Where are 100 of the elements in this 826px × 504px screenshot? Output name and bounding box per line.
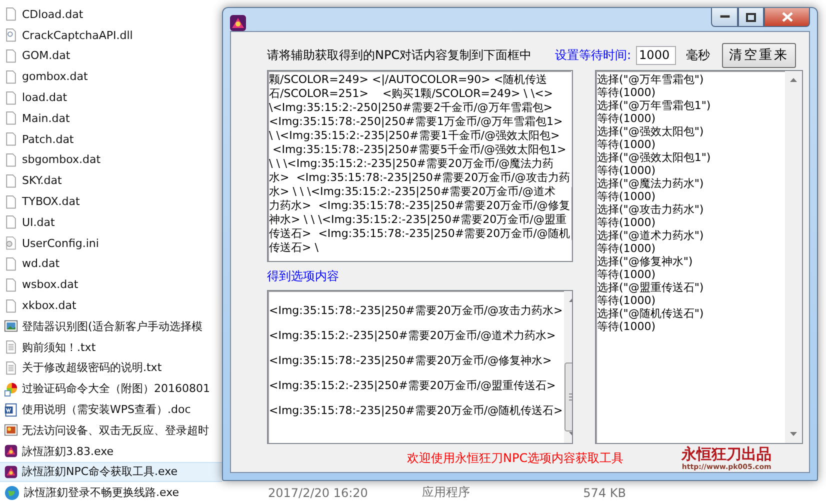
file-row[interactable]: 詠恆誑釖3.83.exe <box>0 440 222 462</box>
file-icon <box>4 90 18 106</box>
file-row[interactable]: 詠恆誑釖NPC命令获取工具.exe <box>0 462 222 482</box>
file-name: gombox.dat <box>22 70 89 84</box>
file-row[interactable]: wsbox.dat <box>0 274 222 296</box>
file-icon <box>4 276 18 293</box>
text-line: \ \<Img:35:15:2:-235|250#需要1千金币/@强效太阳包> <box>269 129 561 143</box>
file-row[interactable]: GOM.dat <box>0 46 222 66</box>
file-row[interactable]: 购前须知！.txt <box>0 336 222 358</box>
file-name: wd.dat <box>22 257 61 270</box>
word-document-icon <box>4 402 18 418</box>
file-icon <box>4 131 18 148</box>
option-line: <Img:35:15:78:-235|250#需要20万金币/@修复神水> <box>269 353 553 368</box>
text-line: 颗/SCOLOR=249> <|/AUTOCOLOR=90> <随机传送 <box>269 73 548 87</box>
file-row[interactable]: CDload.dat <box>0 4 222 25</box>
script-line: 选择("@强效太阳包") <box>597 125 705 138</box>
option-line: <Img:35:15:2:-235|250#需要20万金币/@盟重传送石> <box>269 378 557 393</box>
file-name: CrackCaptchaAPI.dll <box>22 28 134 42</box>
colorful-app-icon <box>4 380 18 397</box>
wait-time-label: 设置等待时间: <box>555 46 632 64</box>
file-name: UI.dat <box>22 216 56 229</box>
app-icon <box>230 15 246 31</box>
file-icon <box>4 68 18 85</box>
file-name: UserConfig.ini <box>22 236 100 250</box>
script-line: 选择("@随机传送石") <box>597 307 705 320</box>
file-icon <box>4 48 18 64</box>
file-row[interactable]: 过验证码命令大全（附图）20160801 <box>0 378 222 400</box>
text-line: 石/SCOLOR=251> <购买1颗/SCOLOR=249> \ \<> <box>269 87 554 101</box>
maximize-icon <box>746 12 756 22</box>
file-row[interactable]: sbgombox.dat <box>0 150 222 170</box>
file-icon <box>4 172 18 189</box>
picture-file-icon <box>4 422 18 438</box>
text-line: \<Img:35:15:2:-250|250#需要2千金币/@万年雪霜包> <box>269 101 554 115</box>
text-file-icon <box>4 360 18 376</box>
minimize-button[interactable] <box>711 8 738 27</box>
file-name: CDload.dat <box>22 8 84 21</box>
script-line: 等待(1000) <box>597 86 657 99</box>
file-date: 2017/2/20 16:20 <box>268 486 369 500</box>
file-name: GOM.dat <box>22 49 72 62</box>
file-row[interactable]: load.dat <box>0 87 222 108</box>
script-line: 选择("@魔法力药水") <box>597 177 705 190</box>
instruction-label: 请将辅助获取得到的NPC对话内容复制到下面框中 <box>267 46 533 64</box>
file-row[interactable]: 詠恆誑釖登录不畅更换线路.exe 2017/2/20 16:20 应用程序 574 KB <box>0 482 826 504</box>
welcome-text: 欢迎使用永恒狂刀NPC选项内容获取工具 <box>407 450 624 466</box>
globe-icon <box>4 484 20 501</box>
file-row[interactable]: 使用说明（需安装WPS查看）.doc <box>0 399 222 420</box>
file-icon <box>4 110 18 126</box>
app-icon <box>4 464 18 480</box>
file-row[interactable]: Patch.dat <box>0 128 222 150</box>
script-line: 选择("@万年雪霜包") <box>597 73 705 86</box>
file-name: SKY.dat <box>22 174 63 188</box>
script-line: 选择("@修复神水") <box>597 255 694 268</box>
file-row[interactable]: gombox.dat <box>0 66 222 88</box>
close-button[interactable] <box>764 8 810 27</box>
file-row[interactable]: 关于修改超级密码的说明.txt <box>0 358 222 378</box>
file-name: 购前须知！.txt <box>22 340 97 355</box>
text-line: 力药水> <Img:35:15:78:-235|250#需要20万金币/@修复 <box>269 199 570 213</box>
file-row[interactable]: UI.dat <box>0 212 222 233</box>
text-line: \ \ \<Img:35:15:2:-235|250#需要20万金币/@魔法力药 <box>269 157 555 171</box>
file-name: sbgombox.dat <box>22 153 102 166</box>
wait-time-field[interactable]: 1000 <box>636 46 676 64</box>
file-row[interactable]: CrackCaptchaAPI.dll <box>0 24 222 46</box>
scrollbar[interactable] <box>785 71 802 443</box>
settings-file-icon <box>4 235 18 252</box>
file-row[interactable]: Main.dat <box>0 108 222 129</box>
file-row[interactable]: wd.dat <box>0 254 222 274</box>
file-row[interactable]: UserConfig.ini <box>0 232 222 254</box>
file-row[interactable]: xkbox.dat <box>0 295 222 316</box>
options-text-area[interactable]: <Img:35:15:78:-235|250#需要20万金币/@攻击力药水> <Img:35:15:2:-235|250#需要20万金币/@道术力药水> <Img:35:15:78:-235|250#需要20万金币/@修复神水> <Img:35:15:2:-235|250#需要20万金币/@盟重传送石> <Img:35:15:78:-235|250#需要20万金币/@随机传送石> <box>267 290 573 444</box>
file-icon <box>4 298 18 314</box>
image-file-icon <box>4 318 18 334</box>
file-row[interactable]: 登陆器识别图(适合新客户手动选择模 <box>0 316 222 337</box>
input-text-area[interactable] <box>267 70 573 262</box>
file-row[interactable]: TYBOX.dat <box>0 191 222 212</box>
script-line: 选择("@盟重传送石") <box>597 281 705 294</box>
option-line: <Img:35:15:78:-235|250#需要20万金币/@攻击力药水> <box>269 303 563 318</box>
maximize-button[interactable] <box>738 8 764 27</box>
file-row[interactable]: SKY.dat <box>0 170 222 192</box>
script-text-area[interactable] <box>595 70 803 444</box>
app-icon <box>4 443 18 460</box>
clear-button[interactable]: 清空重来 <box>722 42 796 68</box>
script-line: 等待(1000) <box>597 320 657 333</box>
file-name: xkbox.dat <box>22 299 78 312</box>
script-line: 等待(1000) <box>597 268 657 281</box>
text-line: 水> <Img:35:15:78:-235|250#需要20万金币/@攻击力药 <box>269 171 570 185</box>
script-line: 选择("@道术力药水") <box>597 229 705 242</box>
script-line: 选择("@攻击力药水") <box>597 203 705 216</box>
file-name: 登陆器识别图(适合新客户手动选择模 <box>22 318 204 334</box>
file-name: 关于修改超级密码的说明.txt <box>22 360 163 376</box>
file-icon <box>4 152 18 168</box>
text-line: 神水> \ \ \<Img:35:15:2:-235|250#需要20万金币/@盟重 <box>269 213 568 227</box>
file-name: Patch.dat <box>22 132 75 146</box>
option-line: <Img:35:15:78:-235|250#需要20万金币/@随机传送石> <box>269 403 563 418</box>
script-line: 等待(1000) <box>597 242 657 255</box>
text-line: 传送石> <Img:35:15:78:-235|250#需要20万金币/@随机 <box>269 227 570 241</box>
file-name: load.dat <box>22 91 68 104</box>
file-row[interactable]: 无法访问设备、双击无反应、登录超时 <box>0 420 222 441</box>
file-name: wsbox.dat <box>22 278 80 292</box>
file-name: 詠恆誑釖3.83.exe <box>22 444 115 459</box>
script-line: 等待(1000) <box>597 164 657 177</box>
